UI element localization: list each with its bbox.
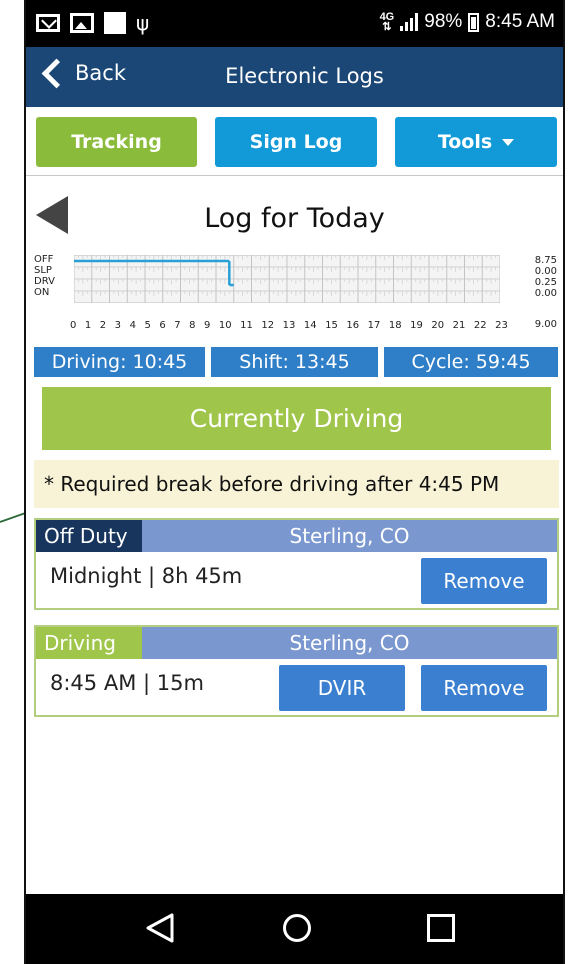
row-label-slp: SLP <box>34 265 52 276</box>
hour-tick-label: 1 <box>84 320 92 331</box>
current-status-banner[interactable]: Currently Driving <box>42 387 551 450</box>
image-icon <box>70 13 94 33</box>
phone-screen: ψ 4G ⇅ 98% 8:45 AM Back Electronic Logs T… <box>24 0 565 964</box>
hour-tick-label: 14 <box>303 320 317 331</box>
total-on: 0.00 <box>534 288 557 299</box>
hour-tick-label: 0 <box>70 320 77 331</box>
hour-tick-label: 19 <box>410 320 423 331</box>
row-label-on: ON <box>34 287 50 298</box>
app-notification-icon <box>104 12 126 34</box>
remove-button[interactable]: Remove <box>421 558 547 604</box>
mail-icon <box>36 14 60 32</box>
break-notice: * Required break before driving after 4:… <box>34 460 559 508</box>
hour-tick-label: 18 <box>388 320 402 331</box>
tools-dropdown-button[interactable]: Tools <box>395 117 557 167</box>
usb-icon: ψ <box>136 11 150 35</box>
signal-icon <box>400 13 419 31</box>
nav-home-icon[interactable] <box>283 914 311 942</box>
network-icon: 4G ⇅ <box>379 11 395 33</box>
total-slp: 0.00 <box>534 266 557 277</box>
hour-tick-label: 8 <box>189 320 196 331</box>
hour-tick-label: 9 <box>204 320 211 331</box>
cycle-stat: Cycle: 59:45 <box>384 347 558 377</box>
dvir-button[interactable]: DVIR <box>279 665 405 711</box>
battery-icon <box>468 12 480 32</box>
graph-row-totals: 8.75 0.00 0.25 0.00 <box>535 255 557 299</box>
entry-location: Sterling, CO <box>289 524 410 548</box>
hour-tick-label: 23 <box>495 320 508 331</box>
shift-stat: Shift: 13:45 <box>211 347 378 377</box>
toolbar: Tracking Sign Log Tools <box>34 117 559 167</box>
hour-tick-label: 12 <box>261 320 275 331</box>
entry-status: Driving <box>36 627 142 659</box>
remove-button[interactable]: Remove <box>421 665 547 711</box>
hour-tick-label: 7 <box>174 320 181 331</box>
entry-status: Off Duty <box>36 520 142 552</box>
log-title: Log for Today <box>204 203 385 234</box>
caret-down-icon <box>502 138 515 146</box>
hour-tick-label: 5 <box>144 320 151 331</box>
hour-tick-label: 16 <box>346 320 360 331</box>
driving-stat: Driving: 10:45 <box>34 347 205 377</box>
status-bar: ψ 4G ⇅ 98% 8:45 AM <box>26 0 563 47</box>
hour-tick-label: 13 <box>282 320 296 331</box>
graph-total: 9.00 <box>534 319 557 330</box>
total-off: 8.75 <box>534 255 557 266</box>
nav-recents-icon[interactable] <box>427 914 455 942</box>
hour-tick-label: 21 <box>452 320 466 331</box>
page-title: Electronic Logs <box>225 64 384 88</box>
hour-tick-label: 3 <box>114 320 122 331</box>
title-bar: Back Electronic Logs <box>26 47 563 107</box>
entry-location: Sterling, CO <box>289 631 410 655</box>
battery-percent: 98% <box>424 11 463 32</box>
graph-row-labels: OFF SLP DRV ON <box>34 254 55 298</box>
log-grid <box>74 255 500 303</box>
log-entry: Driving Sterling, CO 8:45 AM | 15m DVIR … <box>34 625 559 717</box>
log-entry: Off Duty Sterling, CO Midnight | 8h 45m … <box>34 518 559 610</box>
hour-tick-label: 22 <box>473 320 487 331</box>
entry-time: 8:45 AM | 15m <box>50 671 204 695</box>
divider <box>26 175 563 176</box>
system-status: 4G ⇅ 98% 8:45 AM <box>380 11 555 33</box>
hour-tick-label: 10 <box>218 320 232 331</box>
tools-label: Tools <box>437 131 493 153</box>
hour-tick-label: 4 <box>129 320 136 331</box>
hour-tick-label: 17 <box>367 320 381 331</box>
hour-tick-label: 6 <box>159 320 166 331</box>
log-graph: OFF SLP DRV ON 8.75 0.00 0.25 0.00 01234… <box>26 250 563 340</box>
hour-tick-label: 15 <box>325 320 338 331</box>
clock: 8:45 AM <box>485 11 555 32</box>
hour-tick-label: 2 <box>99 320 107 331</box>
row-label-drv: DRV <box>34 276 55 287</box>
hour-axis: 0 1 2 3 4 5 6 7 8 9 10 11 12 13 14 15 16 17 18 19 20 21 22 23 <box>70 320 508 331</box>
hour-tick-label: 20 <box>431 320 445 331</box>
total-drv: 0.25 <box>534 277 557 288</box>
hour-tick-label: 11 <box>240 320 253 331</box>
nav-back-icon[interactable] <box>144 912 176 944</box>
row-label-off: OFF <box>34 254 54 265</box>
entry-time: Midnight | 8h 45m <box>50 564 243 588</box>
tracking-button[interactable]: Tracking <box>36 117 197 167</box>
sign-log-button[interactable]: Sign Log <box>215 117 377 167</box>
notification-icons: ψ <box>36 12 149 34</box>
android-nav-bar <box>26 894 563 964</box>
